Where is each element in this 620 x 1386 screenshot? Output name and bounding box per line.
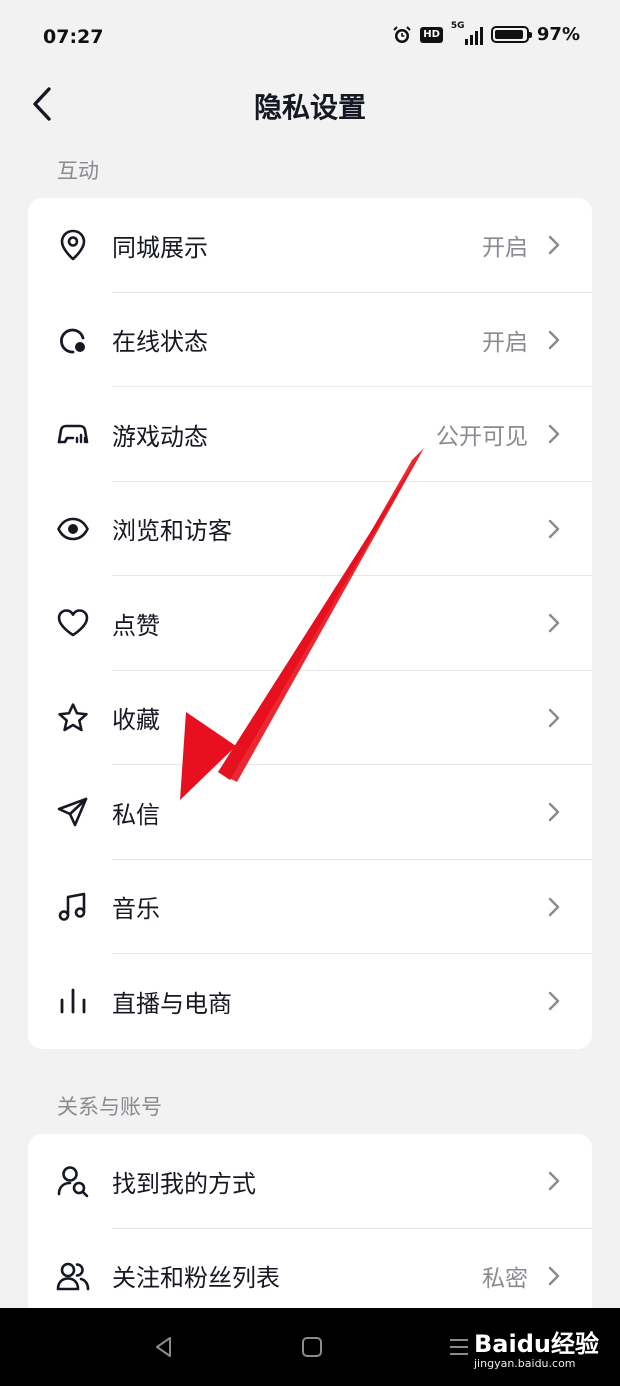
paper-plane-icon	[56, 795, 90, 829]
chevron-right-icon	[548, 614, 560, 633]
settings-row-online-status[interactable]: 在线状态 开启	[28, 293, 592, 387]
relationships-settings-card: 找到我的方式 关注和粉丝列表 私密	[28, 1134, 592, 1323]
chevron-right-icon	[548, 897, 560, 916]
chevron-right-icon	[548, 236, 560, 255]
section-title-interaction: 互动	[57, 159, 99, 183]
settings-row-live-ecommerce[interactable]: 直播与电商	[28, 954, 592, 1049]
interaction-settings-card: 同城展示 开启 在线状态 开启 游戏动态 公开可见 浏览和访客 点赞 收藏 私信…	[28, 198, 592, 1049]
users-icon	[56, 1259, 90, 1293]
chevron-right-icon	[548, 519, 560, 538]
user-search-icon	[56, 1164, 90, 1198]
row-label: 点赞	[112, 611, 160, 640]
chevron-right-icon	[548, 330, 560, 349]
alarm-icon	[393, 25, 411, 43]
settings-row-favorites[interactable]: 收藏	[28, 671, 592, 765]
location-pin-icon	[56, 228, 90, 262]
hd-badge: HD	[420, 26, 443, 43]
section-title-relationships: 关系与账号	[57, 1095, 162, 1119]
settings-row-browsing-visitors[interactable]: 浏览和访客	[28, 482, 592, 576]
chevron-right-icon	[548, 1172, 560, 1191]
status-time: 07:27	[43, 26, 104, 48]
settings-row-nearby[interactable]: 同城展示 开启	[28, 198, 592, 293]
row-value: 公开可见	[436, 424, 528, 451]
row-value: 私密	[482, 1265, 528, 1292]
chevron-right-icon	[548, 803, 560, 822]
page-title: 隐私设置	[253, 91, 366, 124]
row-value: 开启	[482, 329, 528, 356]
chevron-right-icon	[548, 708, 560, 727]
baidu-jingyan-watermark: Baidu经验 jingyan.baidu.com	[474, 1324, 599, 1370]
nav-menu-icon[interactable]	[448, 1336, 470, 1358]
watermark-brand: Baidu经验	[474, 1330, 599, 1358]
bar-chart-icon	[56, 984, 90, 1018]
battery-icon	[490, 26, 532, 43]
online-status-icon	[56, 323, 90, 357]
heart-icon	[56, 606, 90, 640]
row-label: 在线状态	[112, 328, 208, 357]
settings-row-find-me[interactable]: 找到我的方式	[28, 1134, 592, 1229]
row-value: 开启	[482, 235, 528, 262]
music-note-icon	[56, 890, 90, 924]
row-label: 游戏动态	[112, 422, 208, 451]
status-icons: HD 5G 97%	[392, 21, 580, 45]
signal-icon: 5G	[451, 21, 483, 45]
row-label: 找到我的方式	[112, 1169, 256, 1198]
row-label: 直播与电商	[112, 989, 232, 1018]
row-label: 私信	[112, 800, 160, 829]
chevron-right-icon	[548, 992, 560, 1011]
settings-row-game-activity[interactable]: 游戏动态 公开可见	[28, 387, 592, 482]
settings-row-music[interactable]: 音乐	[28, 860, 592, 954]
chevron-right-icon	[548, 425, 560, 444]
network-type: 5G	[450, 20, 465, 31]
status-bar: 07:27 HD 5G 97%	[0, 0, 620, 76]
nav-home-icon[interactable]	[301, 1336, 323, 1358]
game-controller-icon	[56, 417, 90, 451]
chevron-right-icon	[548, 1266, 560, 1285]
row-label: 音乐	[112, 895, 160, 924]
system-navigation-bar: Baidu经验 jingyan.baidu.com	[0, 1308, 620, 1386]
eye-icon	[56, 512, 90, 546]
star-icon	[56, 701, 90, 735]
settings-row-direct-messages[interactable]: 私信	[28, 765, 592, 860]
battery-level: 97%	[536, 24, 580, 45]
nav-back-icon[interactable]	[152, 1335, 176, 1359]
nav-header: 隐私设置	[0, 76, 620, 132]
row-label: 收藏	[112, 706, 160, 735]
row-label: 同城展示	[112, 233, 208, 262]
settings-row-likes[interactable]: 点赞	[28, 576, 592, 671]
row-label: 关注和粉丝列表	[112, 1264, 280, 1293]
row-label: 浏览和访客	[112, 517, 232, 546]
